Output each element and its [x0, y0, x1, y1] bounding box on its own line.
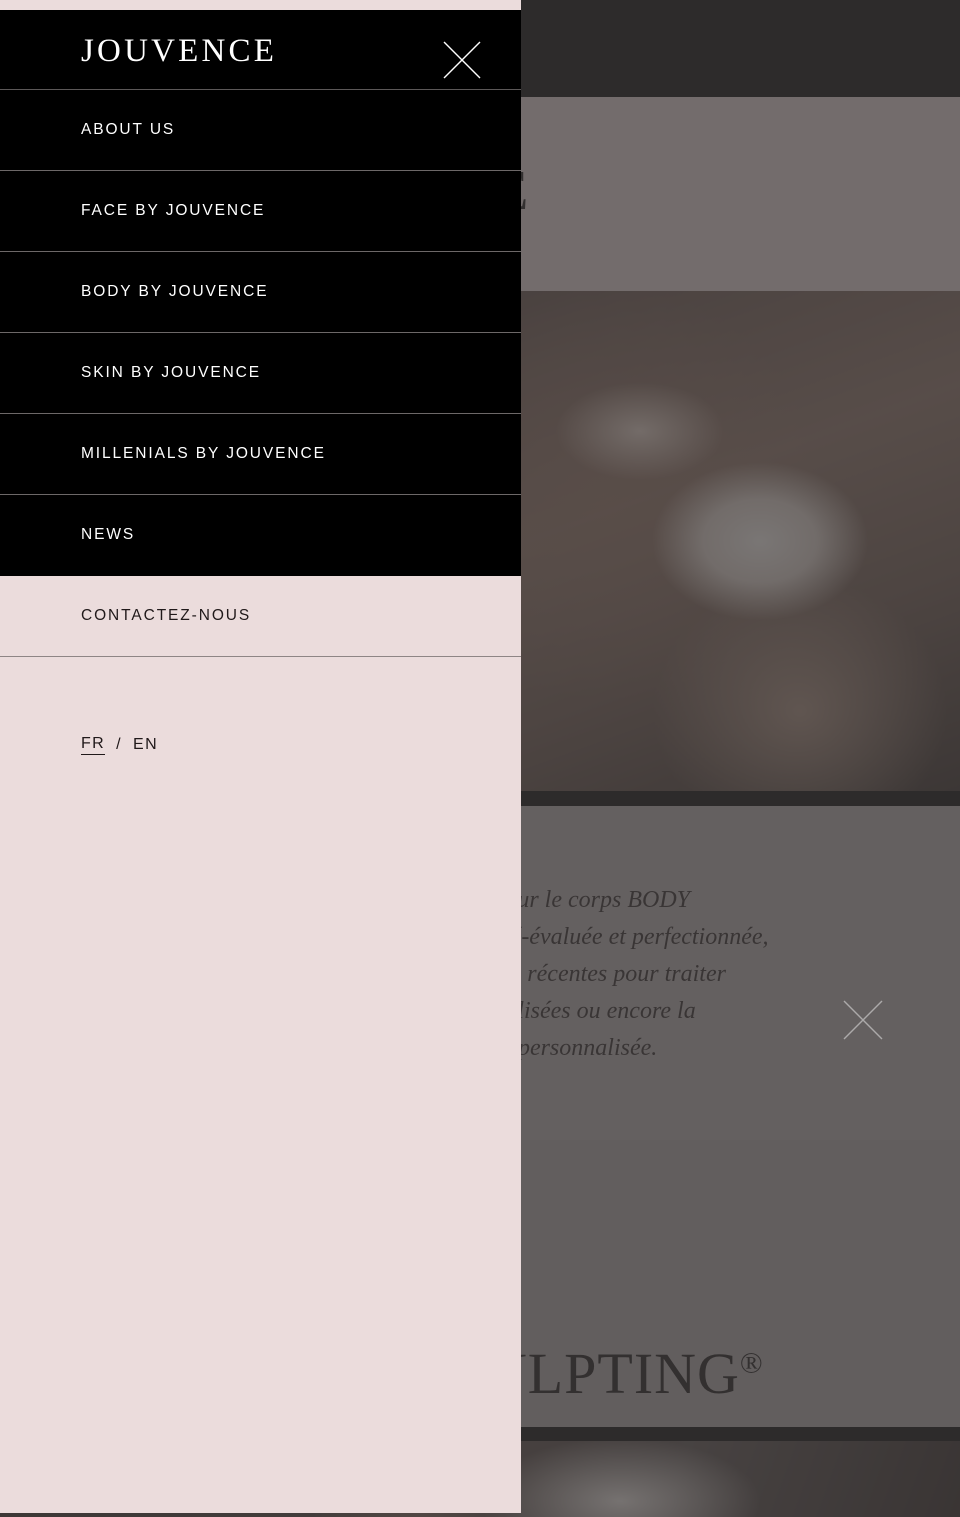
registered-mark: ®: [739, 1346, 764, 1380]
menu-divider: [0, 656, 521, 657]
menu-item-label: CONTACTEZ-NOUS: [81, 607, 252, 624]
menu-item-label: SKIN BY JOUVENCE: [81, 364, 261, 381]
menu-header: JOUVENCE: [0, 10, 521, 89]
menu-item-list: ABOUT US FACE BY JOUVENCE BODY BY JOUVEN…: [0, 89, 521, 657]
menu-top-strip: [0, 0, 521, 10]
language-separator: /: [116, 736, 122, 753]
menu-item-contactez-nous[interactable]: CONTACTEZ-NOUS: [0, 575, 521, 656]
menu-item-body-by-jouvence[interactable]: BODY BY JOUVENCE: [0, 251, 521, 332]
menu-item-label: BODY BY JOUVENCE: [81, 283, 269, 300]
menu-panel-fill: [0, 662, 521, 1513]
menu-item-millenials-by-jouvence[interactable]: MILLENIALS BY JOUVENCE: [0, 413, 521, 494]
menu-item-label: NEWS: [81, 526, 136, 543]
close-icon[interactable]: [441, 39, 483, 81]
language-option-en[interactable]: EN: [133, 736, 158, 754]
menu-item-face-by-jouvence[interactable]: FACE BY JOUVENCE: [0, 170, 521, 251]
background-close-icon[interactable]: [841, 998, 885, 1042]
menu-item-about-us[interactable]: ABOUT US: [0, 89, 521, 170]
menu-item-skin-by-jouvence[interactable]: SKIN BY JOUVENCE: [0, 332, 521, 413]
language-option-fr[interactable]: FR: [81, 735, 106, 755]
menu-item-news[interactable]: NEWS: [0, 494, 521, 575]
menu-logo[interactable]: JOUVENCE: [81, 33, 277, 70]
menu-item-label: ABOUT US: [81, 121, 176, 138]
navigation-menu-panel: JOUVENCE ABOUT US FACE BY JOUVENCE BODY …: [0, 0, 521, 1513]
menu-item-label: FACE BY JOUVENCE: [81, 202, 266, 219]
menu-item-label: MILLENIALS BY JOUVENCE: [81, 445, 326, 462]
language-switcher: FR / EN: [81, 735, 158, 755]
